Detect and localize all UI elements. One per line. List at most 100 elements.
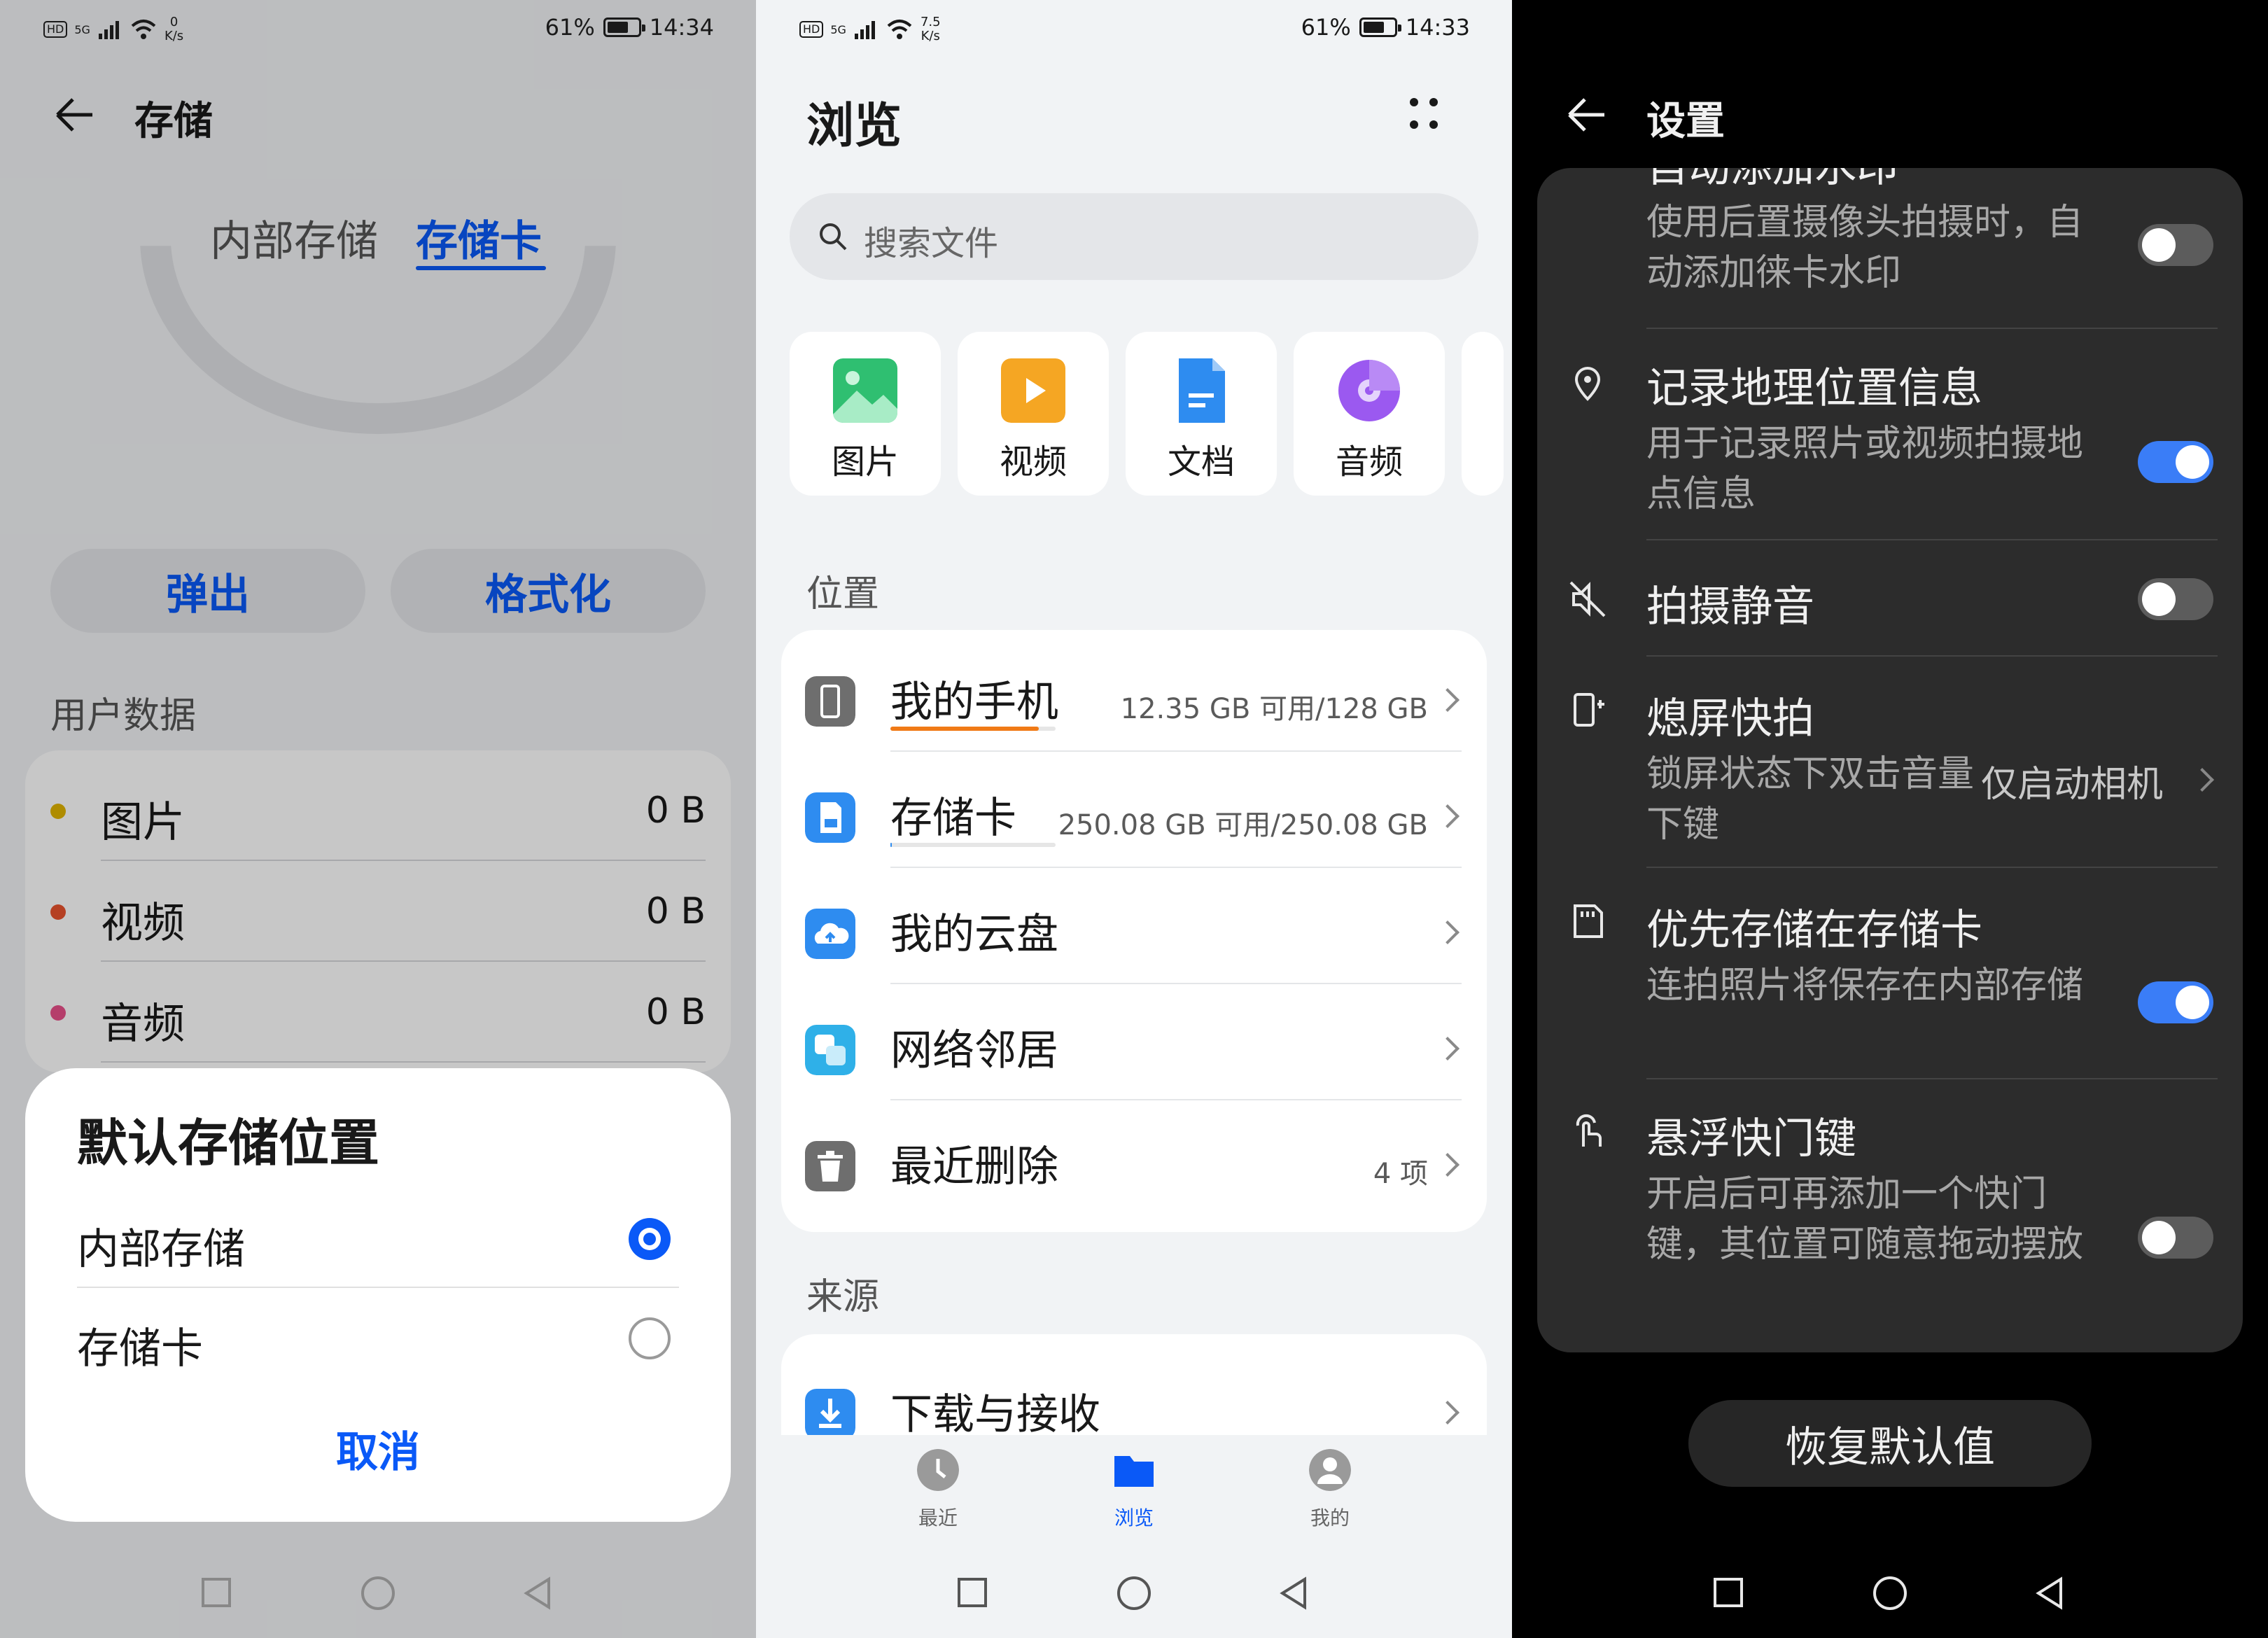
home-icon[interactable] <box>1873 1576 1907 1610</box>
usage-bar <box>890 843 1056 847</box>
floating-shutter-toggle[interactable] <box>2138 1217 2213 1259</box>
clock: 14:34 <box>649 14 714 41</box>
trash-icon <box>805 1141 855 1191</box>
battery-icon <box>1359 18 1401 37</box>
audio-icon <box>1338 360 1400 421</box>
tab-label: 最近 <box>918 1506 958 1530</box>
tab-recent[interactable]: 最近 <box>868 1449 1008 1531</box>
usage-bar <box>890 727 1056 731</box>
list-item[interactable]: 图片 0 B <box>25 760 731 861</box>
setting-title: 自动添加水印 <box>1646 168 1898 194</box>
system-nav-bar <box>756 1550 1512 1638</box>
section-source: 来源 <box>806 1276 880 1318</box>
back-triangle-icon[interactable] <box>521 1576 554 1610</box>
location-label: 存储卡 <box>890 794 1016 843</box>
chevron-right-icon <box>1436 920 1460 944</box>
setting-subtitle: 开启后可再添加一个快门键，其位置可随意拖动摆放 <box>1646 1173 2084 1266</box>
location-label: 我的云盘 <box>890 910 1058 959</box>
chevron-right-icon <box>1436 688 1460 712</box>
home-icon[interactable] <box>1117 1576 1151 1610</box>
network-icon <box>805 1025 855 1075</box>
phone-icon <box>805 676 855 727</box>
recent-apps-icon[interactable] <box>958 1578 987 1607</box>
clock-icon <box>917 1449 959 1491</box>
status-bar: HD 5G 7.5 K/s 61% 14:33 <box>756 0 1512 59</box>
section-location: 位置 <box>806 573 880 615</box>
source-label: 下载与接收 <box>890 1390 1100 1439</box>
location-my-phone[interactable]: 我的手机 12.35 GB 可用/128 GB <box>781 636 1487 752</box>
tab-label: 浏览 <box>1114 1506 1154 1530</box>
item-value: 0 B <box>645 991 706 1033</box>
setting-title: 熄屏快拍 <box>1646 694 1814 743</box>
option-storage-card[interactable]: 存储卡 <box>25 1291 731 1389</box>
setting-title: 优先存储在存储卡 <box>1646 906 1982 955</box>
category-label: 文档 <box>1167 442 1235 482</box>
list-item[interactable]: 音频 0 B <box>25 962 731 1063</box>
setting-title: 悬浮快门键 <box>1646 1114 1856 1163</box>
network-label: 5G <box>74 22 90 36</box>
video-icon <box>1001 358 1065 423</box>
setting-auto-watermark[interactable]: 自动添加水印 使用后置摄像头拍摄时，自动添加徕卡水印 <box>1537 168 2243 329</box>
usage-fill <box>890 843 892 847</box>
option-internal-storage[interactable]: 内部存储 <box>25 1190 731 1288</box>
radio-unselected-icon[interactable] <box>629 1317 671 1359</box>
format-button[interactable]: 格式化 <box>391 549 706 633</box>
category-audio[interactable]: 音频 <box>1294 332 1445 496</box>
prefer-sdcard-toggle[interactable] <box>2138 981 2213 1023</box>
home-icon[interactable] <box>361 1576 395 1610</box>
location-info: 12.35 GB 可用/128 GB <box>1120 693 1428 725</box>
mute-toggle[interactable] <box>2138 578 2213 620</box>
back-arrow-icon[interactable] <box>52 92 97 137</box>
cancel-button[interactable]: 取消 <box>25 1418 731 1479</box>
category-documents[interactable]: 文档 <box>1126 332 1277 496</box>
setting-quick-snapshot[interactable]: 熄屏快拍 锁屏状态下双击音量下键 仅启动相机 <box>1537 657 2243 867</box>
eject-button[interactable]: 弹出 <box>50 549 365 633</box>
back-triangle-icon[interactable] <box>1277 1576 1310 1610</box>
setting-record-location[interactable]: 记录地理位置信息 用于记录照片或视频拍摄地点信息 <box>1537 329 2243 539</box>
list-item[interactable]: 视频 0 B <box>25 861 731 962</box>
status-bar: HD 5G 0 K/s 61% 14:34 <box>0 0 756 59</box>
category-images[interactable]: 图片 <box>790 332 941 496</box>
search-input[interactable]: 搜索文件 <box>790 193 1478 280</box>
category-more[interactable] <box>1462 332 1504 496</box>
location-storage-card[interactable]: 存储卡 250.08 GB 可用/250.08 GB <box>781 752 1487 868</box>
location-recently-deleted[interactable]: 最近删除 4 项 <box>781 1100 1487 1217</box>
back-triangle-icon[interactable] <box>2033 1576 2066 1610</box>
location-info: 250.08 GB 可用/250.08 GB <box>1058 809 1428 841</box>
setting-title: 记录地理位置信息 <box>1646 364 1982 413</box>
chevron-right-icon <box>1436 804 1460 828</box>
file-browser-panel: HD 5G 7.5 K/s 61% 14:33 浏览 搜索文件 图片 视频 文档 … <box>756 0 1512 1638</box>
category-videos[interactable]: 视频 <box>958 332 1109 496</box>
tab-browse[interactable]: 浏览 <box>1064 1449 1204 1531</box>
search-icon <box>820 223 847 251</box>
tab-mine[interactable]: 我的 <box>1260 1449 1400 1531</box>
more-menu-icon[interactable] <box>1401 91 1446 136</box>
quick-snap-icon <box>1574 693 1604 727</box>
restore-defaults-button[interactable]: 恢复默认值 <box>1688 1400 2092 1487</box>
location-network-neighbors[interactable]: 网络邻居 <box>781 984 1487 1100</box>
category-label: 图片 <box>831 442 899 482</box>
recent-apps-icon[interactable] <box>202 1578 231 1607</box>
recent-apps-icon[interactable] <box>1714 1578 1743 1607</box>
net-speed: 0 K/s <box>164 15 184 43</box>
camera-settings-panel: 设置 自动添加水印 使用后置摄像头拍摄时，自动添加徕卡水印 记录地理位置信息 用… <box>1512 0 2268 1638</box>
setting-prefer-sdcard[interactable]: 优先存储在存储卡 连拍照片将保存在内部存储 <box>1537 868 2243 1078</box>
chevron-right-icon <box>1436 1153 1460 1177</box>
item-value: 0 B <box>645 890 706 932</box>
legend-dot <box>50 1005 66 1021</box>
back-arrow-icon[interactable] <box>1564 92 1609 137</box>
item-label: 视频 <box>101 899 185 948</box>
settings-card: 自动添加水印 使用后置摄像头拍摄时，自动添加徕卡水印 记录地理位置信息 用于记录… <box>1537 168 2243 1352</box>
wifi-icon <box>131 20 156 39</box>
watermark-toggle[interactable] <box>2138 224 2213 266</box>
location-my-cloud[interactable]: 我的云盘 <box>781 868 1487 984</box>
legend-dot <box>50 904 66 920</box>
default-storage-dialog: 默认存储位置 内部存储 存储卡 取消 <box>25 1068 731 1522</box>
radio-selected-icon[interactable] <box>629 1218 671 1260</box>
setting-floating-shutter[interactable]: 悬浮快门键 开启后可再添加一个快门键，其位置可随意拖动摆放 <box>1537 1079 2243 1345</box>
setting-mute-shutter[interactable]: 拍摄静音 <box>1537 540 2243 655</box>
battery-icon <box>603 18 645 37</box>
locations-card: 我的手机 12.35 GB 可用/128 GB 存储卡 250.08 GB 可用… <box>781 630 1487 1232</box>
setting-subtitle: 连拍照片将保存在内部存储 <box>1646 965 2084 1007</box>
location-toggle[interactable] <box>2138 441 2213 483</box>
